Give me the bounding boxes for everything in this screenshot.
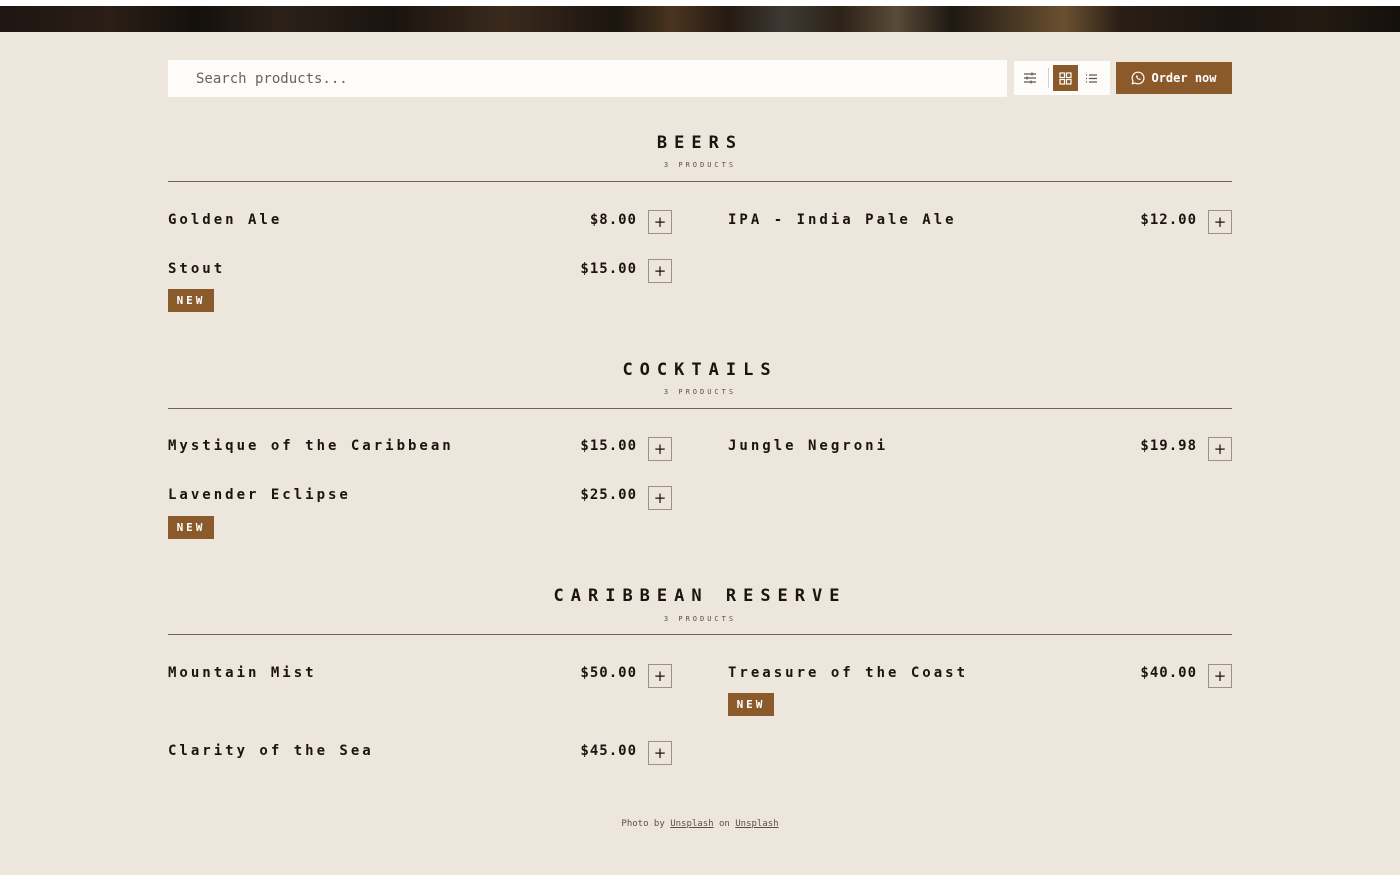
add-to-cart-button[interactable]: + [648, 486, 672, 510]
product-name: Golden Ale [168, 212, 283, 228]
plus-icon: + [653, 261, 667, 280]
photo-credit: Photo by Unsplash on Unsplash [168, 819, 1232, 829]
section-divider [168, 181, 1232, 182]
sliders-icon [1024, 72, 1037, 84]
product-price: $25.00 [580, 487, 637, 503]
filter-button[interactable] [1018, 65, 1042, 91]
section-title-cocktails: COCKTAILS [622, 360, 778, 380]
add-to-cart-button[interactable]: + [648, 741, 672, 765]
credit-prefix: Photo by [621, 819, 665, 829]
section-count: 3 PRODUCTS [663, 388, 737, 396]
section-title-caribbean-reserve: CARIBBEAN RESERVE [553, 586, 847, 606]
product-name: Mountain Mist [168, 665, 317, 681]
product-name: IPA - India Pale Ale [728, 212, 957, 228]
view-toggle-group [1014, 61, 1110, 95]
product-name: Clarity of the Sea [168, 743, 374, 759]
new-badge: NEW [728, 693, 774, 716]
plus-icon: + [653, 743, 667, 762]
product-name: Lavender Eclipse [168, 487, 351, 503]
product-price: $15.00 [580, 438, 637, 454]
order-now-label: Order now [1151, 71, 1217, 85]
order-now-button[interactable]: Order now [1116, 62, 1232, 94]
divider [1048, 68, 1050, 88]
product-price: $19.98 [1140, 438, 1197, 454]
plus-icon: + [653, 666, 667, 685]
section-title-beers: BEERS [656, 133, 744, 153]
hero-image-strip [0, 0, 1400, 32]
product-price: $12.00 [1140, 212, 1197, 228]
list-icon [1086, 73, 1098, 83]
plus-icon: + [1213, 212, 1227, 231]
section-count: 3 PRODUCTS [663, 161, 737, 169]
add-to-cart-button[interactable]: + [1208, 437, 1232, 461]
plus-icon: + [1213, 439, 1227, 458]
credit-site-link[interactable]: Unsplash [735, 819, 778, 829]
section-count: 3 PRODUCTS [663, 615, 737, 623]
credit-middle: on [718, 819, 730, 829]
product-price: $45.00 [580, 743, 637, 759]
product-name: Jungle Negroni [728, 438, 889, 454]
add-to-cart-button[interactable]: + [648, 437, 672, 461]
product-price: $40.00 [1140, 665, 1197, 681]
grid-view-button[interactable] [1053, 65, 1078, 91]
hero-photo [0, 6, 1400, 32]
add-to-cart-button[interactable]: + [648, 210, 672, 234]
product-name: Treasure of the Coast [728, 665, 969, 681]
add-to-cart-button[interactable]: + [648, 259, 672, 283]
whatsapp-icon [1131, 71, 1145, 85]
plus-icon: + [653, 488, 667, 507]
add-to-cart-button[interactable]: + [1208, 210, 1232, 234]
add-to-cart-button[interactable]: + [1208, 664, 1232, 688]
list-view-button[interactable] [1080, 65, 1104, 91]
product-price: $50.00 [580, 665, 637, 681]
new-badge: NEW [168, 516, 214, 539]
section-divider [168, 408, 1232, 409]
add-to-cart-button[interactable]: + [648, 664, 672, 688]
product-name: Mystique of the Caribbean [168, 438, 454, 454]
product-price: $8.00 [589, 212, 637, 228]
toolbar: Order now [168, 60, 1232, 97]
credit-author-link[interactable]: Unsplash [670, 819, 713, 829]
grid-icon [1059, 71, 1072, 85]
plus-icon: + [653, 212, 667, 231]
search-input[interactable] [168, 60, 1007, 97]
product-price: $15.00 [580, 261, 637, 277]
product-name: Stout [168, 261, 226, 277]
plus-icon: + [1213, 666, 1227, 685]
section-divider [168, 634, 1232, 635]
new-badge: NEW [168, 289, 214, 312]
plus-icon: + [653, 439, 667, 458]
